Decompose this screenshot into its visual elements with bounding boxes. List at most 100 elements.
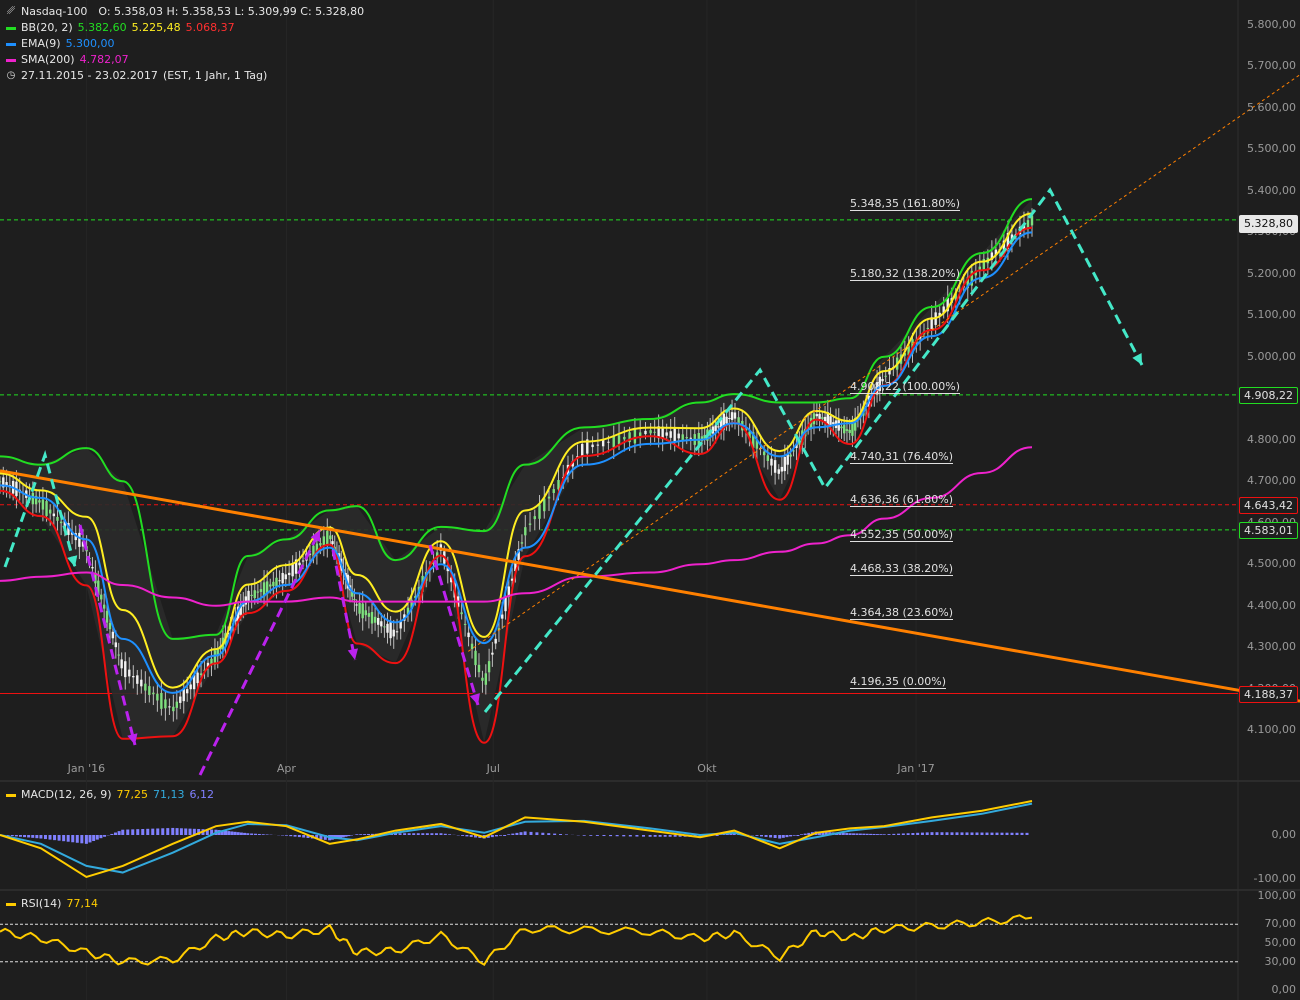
candle-body xyxy=(59,521,63,524)
macd-histogram-bar xyxy=(416,833,420,835)
rsi-legend: RSI(14) 77,14 xyxy=(6,896,98,912)
candle-body xyxy=(780,466,784,472)
macd-histogram-bar xyxy=(773,835,777,839)
candle-body xyxy=(269,584,272,587)
rsi-tick-label: 70,00 xyxy=(1264,917,1297,931)
candle-body xyxy=(673,428,676,442)
candle-body xyxy=(168,706,171,708)
teal-projection-arrow-head xyxy=(1132,353,1142,365)
candle-body xyxy=(821,417,824,419)
macd-histogram-bar xyxy=(781,835,785,838)
macd-histogram-bar xyxy=(653,835,657,837)
price-tick-label: 4.100,00 xyxy=(1247,723,1296,737)
candle-body xyxy=(533,516,536,520)
candle-body xyxy=(164,699,167,709)
candle-body xyxy=(272,581,275,587)
macd-histogram-bar xyxy=(151,828,155,835)
candle-body xyxy=(528,523,532,525)
candle-body xyxy=(728,418,731,420)
macd-histogram-bar xyxy=(230,831,234,835)
macd-histogram-bar xyxy=(243,832,247,835)
candle-body xyxy=(733,412,737,419)
macd-histogram-bar xyxy=(43,835,47,840)
price-tick-label: 5.600,00 xyxy=(1247,100,1296,114)
macd-histogram-bar xyxy=(897,833,901,835)
candle-body xyxy=(108,622,112,630)
candle-body xyxy=(182,689,185,702)
candle-body xyxy=(367,613,371,617)
macd-histogram-bar xyxy=(609,835,613,837)
macd-histogram-bar xyxy=(803,833,807,835)
price-tag: 4.583,01 xyxy=(1239,521,1298,539)
macd-histogram-bar xyxy=(869,833,873,835)
macd-histogram-bar xyxy=(113,832,117,835)
macd-tick-label: 0,00 xyxy=(1271,828,1297,841)
macd-histogram-bar xyxy=(359,834,363,835)
candle-body xyxy=(677,433,680,439)
macd-histogram-bar xyxy=(141,828,145,835)
candle-body xyxy=(815,414,819,417)
candle-body xyxy=(144,683,147,691)
macd-histogram-bar xyxy=(27,835,31,838)
macd-histogram-bar xyxy=(57,835,61,841)
macd-histogram-bar xyxy=(136,829,140,835)
candle-body xyxy=(45,501,48,516)
candle-body xyxy=(607,441,610,443)
candle-body xyxy=(783,456,786,472)
macd-histogram-bar xyxy=(253,833,257,835)
candle-body xyxy=(884,375,887,377)
candle-body xyxy=(487,661,491,673)
macd-histogram-bar xyxy=(882,834,886,835)
macd-histogram-bar xyxy=(541,832,545,835)
macd-histogram-bar xyxy=(559,834,563,835)
candle-body xyxy=(623,436,626,440)
macd-histogram-bar xyxy=(14,835,18,837)
macd-histogram-bar xyxy=(179,828,183,835)
candle-body xyxy=(189,684,192,690)
macd-histogram-bar xyxy=(865,833,869,835)
macd-histogram-bar xyxy=(239,832,243,835)
macd-histogram-bar xyxy=(99,835,103,839)
candle-body xyxy=(253,590,256,599)
candle-body xyxy=(91,567,94,569)
macd-histogram-bar xyxy=(965,832,969,835)
candle-body xyxy=(823,416,827,422)
fib-level-label: 4.636,36 (61.80%) xyxy=(850,492,954,507)
macd-histogram-bar xyxy=(227,831,231,835)
macd-histogram-bar xyxy=(494,835,498,837)
candle-body xyxy=(364,610,367,616)
candle-body xyxy=(789,454,792,457)
macd-histogram-bar xyxy=(615,835,619,837)
macd-histogram-bar xyxy=(92,835,96,842)
candle-body xyxy=(389,622,392,639)
price-tick-label: 5.000,00 xyxy=(1247,349,1296,363)
candle-body xyxy=(38,500,41,503)
macd-histogram-bar xyxy=(642,835,646,837)
macd-legend: MACD(12, 26, 9) 77,25 71,13 6,12 xyxy=(6,787,214,803)
macd-histogram-bar xyxy=(347,835,351,837)
candle-body xyxy=(355,604,358,606)
candle-body xyxy=(762,451,766,456)
macd-histogram-bar xyxy=(872,833,876,835)
macd-histogram-bar xyxy=(519,832,523,835)
macd-histogram-bar xyxy=(62,835,66,842)
macd-histogram-bar xyxy=(490,835,494,838)
candle-body xyxy=(481,677,484,681)
macd-histogram-bar xyxy=(960,832,964,835)
macd-histogram-bar xyxy=(663,835,667,837)
candle-body xyxy=(730,412,734,420)
macd-histogram-bar xyxy=(88,835,92,843)
macd-histogram-bar xyxy=(341,835,345,838)
macd-histogram-bar xyxy=(648,835,652,837)
candle-body xyxy=(0,481,2,483)
period-info: (EST, 1 Jahr, 1 Tag) xyxy=(162,69,268,82)
macd-histogram-bar xyxy=(862,833,866,835)
macd-histogram-bar xyxy=(35,835,39,839)
macd-histogram-bar xyxy=(950,832,954,835)
candle-body xyxy=(326,530,329,546)
price-chart xyxy=(0,0,1300,1000)
macd-histogram-bar xyxy=(920,832,924,835)
macd-histogram-bar xyxy=(448,834,452,835)
macd-histogram-bar xyxy=(366,833,370,835)
candle-body xyxy=(156,693,159,701)
